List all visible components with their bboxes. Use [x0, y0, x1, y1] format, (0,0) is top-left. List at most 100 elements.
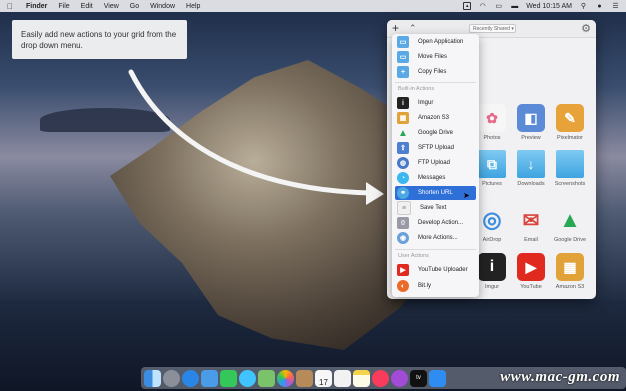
grid-item-youtube[interactable]: ▶ YouTube [511, 253, 551, 290]
app-store-icon[interactable] [429, 369, 446, 387]
messages-icon: ◔ [397, 172, 409, 184]
menu-item-open-application[interactable]: ▭ Open Application [395, 35, 476, 49]
menu-item-move-files[interactable]: ▭ Move Files [395, 50, 476, 64]
grid-label: YouTube [520, 284, 542, 290]
grid-label: Google Drive [553, 237, 587, 243]
contacts-icon[interactable] [296, 369, 313, 387]
menu-help[interactable]: Help [186, 3, 200, 10]
safari-icon[interactable] [182, 369, 199, 387]
menu-item-save-text[interactable]: ≡ Save Text [395, 201, 476, 215]
menu-file[interactable]: File [58, 3, 69, 10]
menu-item-youtube-uploader[interactable]: ▶ YouTube Uploader [395, 263, 476, 277]
battery-icon[interactable]: ▬ [510, 3, 519, 10]
notification-center-icon[interactable]: ☰ [611, 3, 620, 10]
launchpad-icon[interactable] [163, 369, 180, 387]
save-text-icon: ≡ [397, 201, 411, 215]
calendar-icon[interactable]: 17 [315, 369, 332, 387]
mail-stamp-icon[interactable] [201, 369, 218, 387]
ftp-upload-icon: ◍ [397, 157, 409, 169]
email-icon: ✉ [522, 209, 540, 232]
shorten-url-icon: ⚭ [397, 187, 409, 199]
menu-item-label: YouTube Uploader [418, 267, 468, 273]
notes-icon[interactable] [353, 369, 370, 387]
screenshots-folder-icon [556, 150, 584, 178]
menu-item-sftp-upload[interactable]: ⇪ SFTP Upload [395, 141, 476, 155]
status-area: ▴ ◠ ▭ ▬ Wed 10:15 AM ⚲ ● ☰ [463, 0, 620, 12]
menubar-clock[interactable]: Wed 10:15 AM [526, 3, 572, 10]
grid-label: Pixelmator [557, 135, 583, 141]
copy-files-icon: + [397, 66, 409, 78]
apple-menu-icon[interactable]:  [7, 2, 15, 11]
grid-label: Preview [521, 135, 541, 141]
grid-item-amazon-s3[interactable]: ▦ Amazon S3 [550, 253, 590, 290]
history-filter-select[interactable]: Recently Shared ▾ [469, 24, 516, 33]
reminders-icon[interactable] [334, 369, 351, 387]
menu-item-label: Imgur [418, 100, 434, 106]
grid-label: Pictures [482, 181, 502, 187]
menu-item-label: Google Drive [418, 130, 454, 136]
menu-item-copy-files[interactable]: + Copy Files [395, 65, 476, 79]
menu-separator [395, 82, 476, 83]
podcasts-icon[interactable] [391, 369, 408, 387]
grid-item-email[interactable]: ✉ Email [511, 206, 551, 244]
grid-label: AirDrop [482, 237, 502, 243]
grid-item-downloads[interactable]: ↓ Downloads [511, 150, 551, 187]
menu-item-label: Amazon S3 [418, 115, 450, 121]
menu-item-label: Copy Files [418, 69, 447, 75]
grid-label: Email [524, 237, 538, 243]
builtin-actions-header: Built-in Actions [398, 86, 435, 92]
menu-item-label: Shorten URL [418, 190, 453, 196]
dropshare-status-icon[interactable]: ▴ [463, 2, 472, 10]
grid-item-google-drive[interactable]: ▲ Google Drive [550, 206, 590, 243]
spotlight-search-icon[interactable]: ⚲ [579, 3, 588, 10]
menu-item-bitly[interactable]: ◐ Bit.ly [395, 279, 476, 293]
tv-icon[interactable]: tv [410, 369, 427, 387]
photos-icon: ✿ [478, 104, 506, 132]
gear-icon[interactable]: ⚙ [581, 22, 591, 35]
menu-go[interactable]: Go [130, 3, 139, 10]
grid-item-screenshots[interactable]: Screenshots [550, 150, 590, 187]
menu-app-finder[interactable]: Finder [26, 3, 47, 10]
google-drive-icon: ▲ [398, 127, 408, 139]
messages-icon[interactable] [239, 369, 256, 387]
wifi-icon[interactable]: ◠ [478, 3, 487, 10]
menu-item-label: Move Files [418, 54, 448, 60]
menu-edit[interactable]: Edit [81, 3, 93, 10]
collapse-icon[interactable]: ⌃ [409, 23, 417, 34]
add-action-menu: ▭ Open Application ▭ Move Files + Copy F… [392, 34, 479, 297]
menu-item-label: Messages [418, 175, 446, 181]
youtube-icon: ▶ [517, 253, 545, 281]
more-actions-icon: ◉ [397, 232, 409, 244]
menu-item-label: Develop Action... [418, 220, 464, 226]
menu-item-ftp-upload[interactable]: ◍ FTP Upload [395, 156, 476, 170]
menu-item-label: Bit.ly [418, 283, 432, 289]
add-action-button[interactable]: + [392, 22, 399, 34]
menu-item-develop-action[interactable]: {} Develop Action... [395, 216, 476, 230]
photos-icon[interactable] [277, 369, 294, 387]
music-icon[interactable] [372, 369, 389, 387]
finder-icon[interactable] [144, 369, 161, 387]
menu-item-label: More Actions... [418, 235, 458, 241]
menu-item-more-actions[interactable]: ◉ More Actions... [395, 231, 476, 245]
grid-item-pixelmator[interactable]: ✎ Pixelmator [550, 104, 590, 141]
grid-label: Photos [483, 135, 501, 141]
maps-icon[interactable] [258, 369, 275, 387]
siri-icon[interactable]: ● [595, 3, 604, 10]
grid-item-preview[interactable]: ◧ Preview [511, 104, 551, 141]
grid-label: Imgur [484, 284, 500, 290]
airplay-icon[interactable]: ▭ [494, 3, 503, 10]
menu-item-messages[interactable]: ◔ Messages [395, 171, 476, 185]
watermark: www.mac-gm.com [500, 369, 620, 385]
menu-view[interactable]: View [104, 3, 119, 10]
preview-icon: ◧ [517, 104, 545, 132]
menu-item-imgur[interactable]: i Imgur [395, 96, 476, 110]
pictures-folder-icon: ⧉ [478, 150, 506, 178]
move-files-icon: ▭ [397, 51, 409, 63]
menu-item-label: Save Text [420, 205, 447, 211]
mouse-pointer-icon: ➤ [463, 191, 470, 200]
facetime-icon[interactable] [220, 369, 237, 387]
menu-window[interactable]: Window [150, 3, 175, 10]
menu-item-google-drive[interactable]: ▲ Google Drive [395, 126, 476, 140]
google-drive-icon: ▲ [559, 207, 581, 232]
menu-item-amazon-s3[interactable]: ▦ Amazon S3 [395, 111, 476, 125]
